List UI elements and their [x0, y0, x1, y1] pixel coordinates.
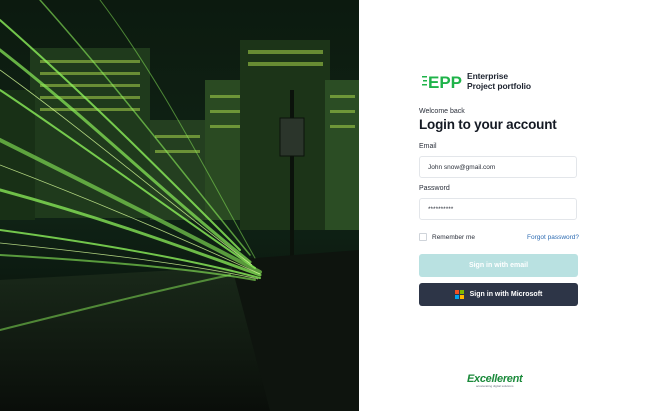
- remember-me[interactable]: Remember me: [419, 233, 475, 241]
- page-title: Login to your account: [419, 117, 557, 132]
- logo-mark-text: EPP: [428, 73, 462, 92]
- app-logo: EPP Enterprise Project portfolio: [422, 70, 531, 92]
- welcome-text: Welcome back: [419, 108, 465, 115]
- company-logo: Excellerent accelerating digital solutio…: [467, 373, 523, 388]
- logo-wordmark: Enterprise Project portfolio: [467, 71, 531, 91]
- sign-in-email-label: Sign in with email: [468, 262, 529, 269]
- email-label: Email: [419, 143, 437, 150]
- logo-line-2: Project portfolio: [467, 81, 531, 91]
- sign-in-microsoft-label: Sign in with Microsoft: [469, 291, 543, 298]
- password-field[interactable]: [419, 198, 577, 220]
- remember-me-checkbox[interactable]: [419, 233, 427, 241]
- email-field[interactable]: [419, 156, 577, 178]
- sign-in-email-button[interactable]: Sign in with email: [419, 254, 578, 277]
- hero-city-image: [0, 0, 359, 411]
- remember-me-label: Remember me: [432, 233, 475, 241]
- forgot-password-link[interactable]: Forgot password?: [527, 234, 579, 241]
- microsoft-icon: [454, 290, 464, 299]
- epp-logo-mark: EPP: [422, 73, 462, 92]
- password-label: Password: [419, 185, 450, 192]
- login-panel: EPP Enterprise Project portfolio Welcome…: [359, 0, 658, 411]
- logo-line-1: Enterprise: [467, 71, 509, 81]
- sign-in-microsoft-button[interactable]: Sign in with Microsoft: [419, 283, 578, 306]
